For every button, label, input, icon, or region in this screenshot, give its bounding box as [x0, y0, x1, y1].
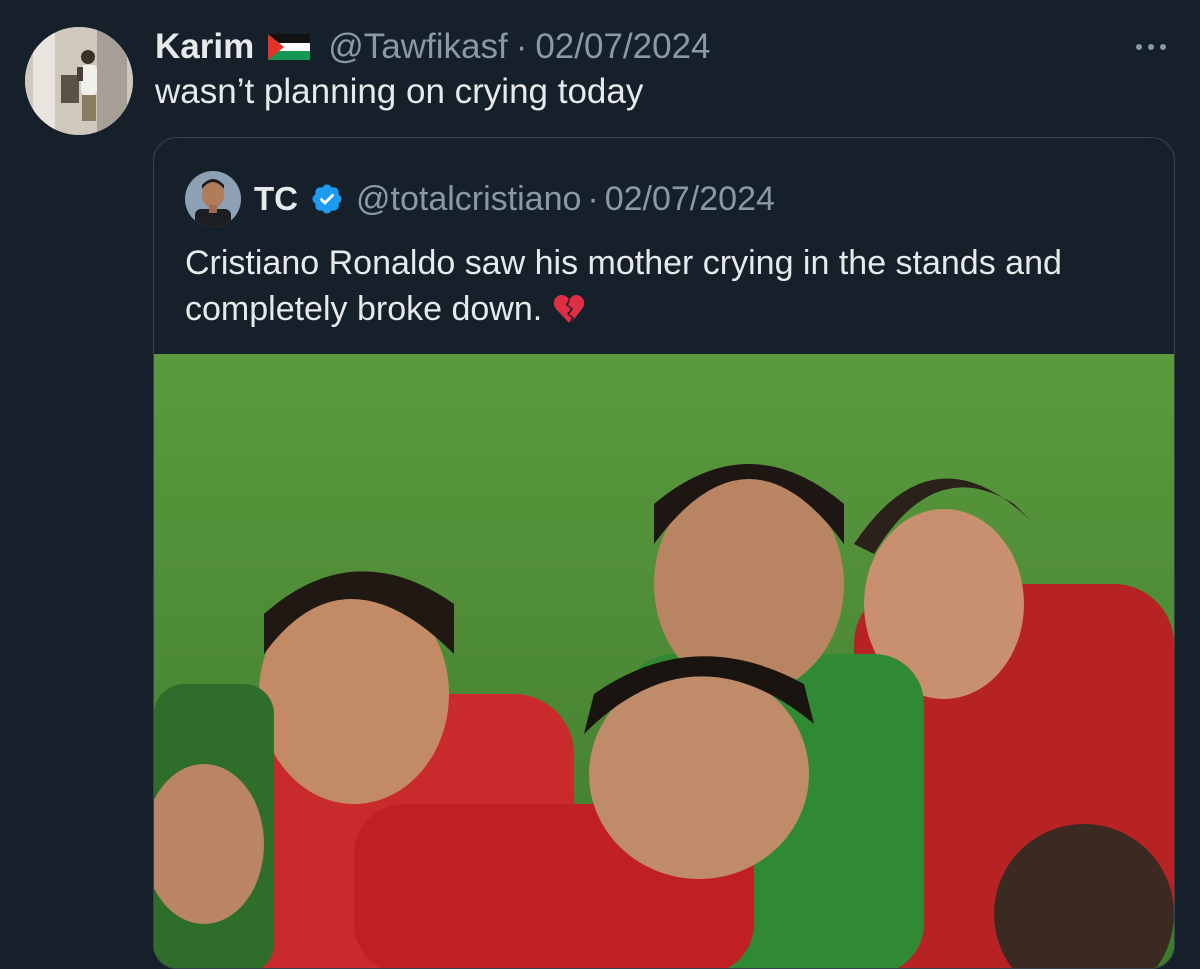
- tweet-header: Karim @Tawfikasf · 02/07/2024: [155, 22, 1180, 72]
- quoted-tweet-card[interactable]: TC @totalcristiano · 02/07/2024 Cristian…: [153, 137, 1175, 969]
- more-options-icon[interactable]: [1136, 22, 1166, 72]
- palestine-flag-icon: [268, 34, 311, 60]
- separator-dot: ·: [587, 179, 599, 218]
- quoted-author-name[interactable]: TC: [254, 180, 298, 218]
- author-avatar[interactable]: [25, 27, 133, 135]
- author-handle[interactable]: @Tawfikasf: [328, 27, 507, 67]
- quoted-tweet-text: Cristiano Ronaldo saw his mother crying …: [185, 240, 1145, 332]
- quoted-tweet-media[interactable]: [154, 354, 1174, 968]
- tweet-text: wasn’t planning on crying today: [155, 72, 644, 111]
- quoted-tweet-header: TC @totalcristiano · 02/07/2024: [254, 176, 775, 222]
- separator-dot: ·: [515, 27, 528, 66]
- quoted-author-avatar[interactable]: [185, 171, 241, 227]
- tweet-date[interactable]: 02/07/2024: [535, 27, 710, 67]
- author-name[interactable]: Karim: [155, 27, 254, 67]
- verified-badge-icon: [310, 182, 344, 216]
- quoted-tweet-body: Cristiano Ronaldo saw his mother crying …: [185, 244, 1062, 328]
- quoted-author-handle[interactable]: @totalcristiano: [356, 180, 581, 219]
- quoted-tweet-date[interactable]: 02/07/2024: [605, 180, 775, 219]
- broken-heart-icon: [552, 292, 586, 326]
